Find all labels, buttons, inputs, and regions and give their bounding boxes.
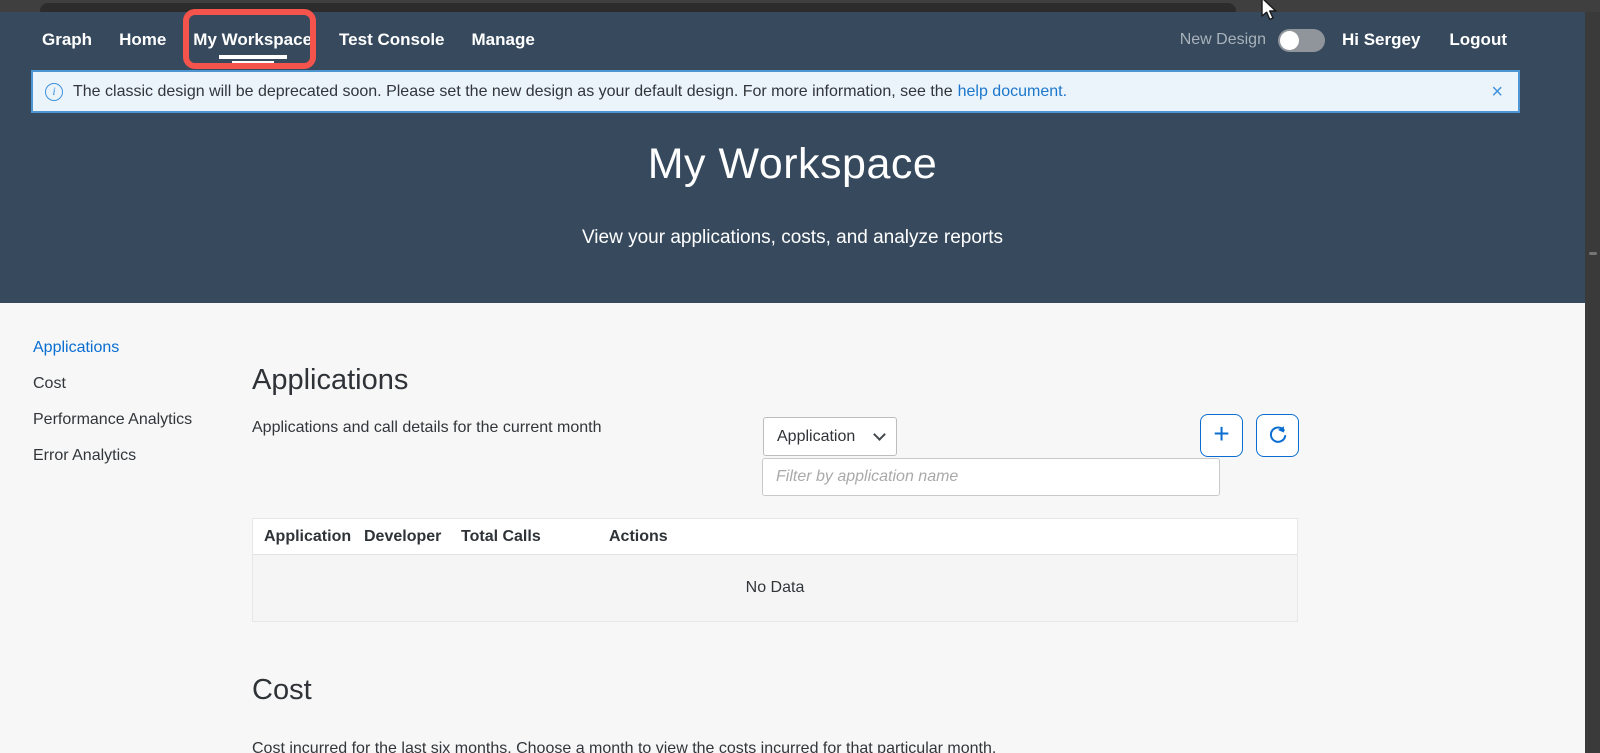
active-tab-indicator xyxy=(219,55,287,59)
sidebar: Applications Cost Performance Analytics … xyxy=(33,336,192,480)
select-value: Application xyxy=(777,428,855,446)
active-tab-indicator-secondary xyxy=(232,61,274,64)
sidebar-item-performance-analytics[interactable]: Performance Analytics xyxy=(33,408,192,432)
column-header-total-calls: Total Calls xyxy=(450,528,598,546)
cost-section-title: Cost xyxy=(252,674,312,707)
add-application-button[interactable]: + xyxy=(1200,414,1243,457)
application-type-select[interactable]: Application xyxy=(763,417,897,456)
column-header-application: Application xyxy=(253,528,353,546)
info-icon: i xyxy=(45,83,63,101)
deprecation-banner: i The classic design will be deprecated … xyxy=(31,70,1520,113)
nav-item-manage[interactable]: Manage xyxy=(472,30,535,50)
user-greeting: Hi Sergey xyxy=(1342,30,1420,50)
help-document-link[interactable]: help document. xyxy=(958,83,1067,101)
sidebar-item-cost[interactable]: Cost xyxy=(33,372,192,396)
nav-item-graph[interactable]: Graph xyxy=(42,30,92,50)
column-header-actions: Actions xyxy=(598,528,1297,546)
nav-item-test-console[interactable]: Test Console xyxy=(339,30,444,50)
applications-section-description: Applications and call details for the cu… xyxy=(252,419,602,437)
nav-item-my-workspace[interactable]: My Workspace xyxy=(193,30,312,50)
banner-message: The classic design will be deprecated so… xyxy=(73,83,953,101)
refresh-icon xyxy=(1267,425,1289,447)
top-navbar: Graph Home My Workspace Test Console Man… xyxy=(0,12,1585,68)
chevron-down-icon xyxy=(873,428,886,441)
page-title: My Workspace xyxy=(0,140,1585,189)
scrollbar-dash xyxy=(1589,252,1597,255)
browser-chrome-bar xyxy=(0,0,1600,12)
applications-table: Application Developer Total Calls Action… xyxy=(252,518,1298,622)
sidebar-item-error-analytics[interactable]: Error Analytics xyxy=(33,444,192,468)
nav-item-home[interactable]: Home xyxy=(119,30,166,50)
nav-item-label: My Workspace xyxy=(193,30,312,49)
logout-button[interactable]: Logout xyxy=(1449,30,1507,50)
plus-icon: + xyxy=(1213,420,1229,448)
nav-left-group: Graph Home My Workspace Test Console Man… xyxy=(42,30,535,50)
filter-by-application-input[interactable] xyxy=(762,458,1220,496)
new-design-toggle[interactable] xyxy=(1278,29,1325,52)
table-header-row: Application Developer Total Calls Action… xyxy=(253,519,1297,555)
nav-right-group: New Design Hi Sergey Logout xyxy=(1180,29,1507,52)
page: Graph Home My Workspace Test Console Man… xyxy=(0,12,1585,753)
browser-tab-edge xyxy=(40,3,1236,12)
page-subtitle: View your applications, costs, and analy… xyxy=(0,227,1585,249)
banner-close-icon[interactable]: × xyxy=(1491,82,1503,102)
table-empty-state: No Data xyxy=(253,555,1297,621)
new-design-label: New Design xyxy=(1180,31,1266,49)
column-header-developer: Developer xyxy=(353,528,450,546)
cost-section-description: Cost incurred for the last six months. C… xyxy=(252,739,996,753)
toggle-knob xyxy=(1280,31,1299,50)
applications-section-title: Applications xyxy=(252,364,408,397)
refresh-button[interactable] xyxy=(1256,414,1299,457)
sidebar-item-applications[interactable]: Applications xyxy=(33,336,192,360)
